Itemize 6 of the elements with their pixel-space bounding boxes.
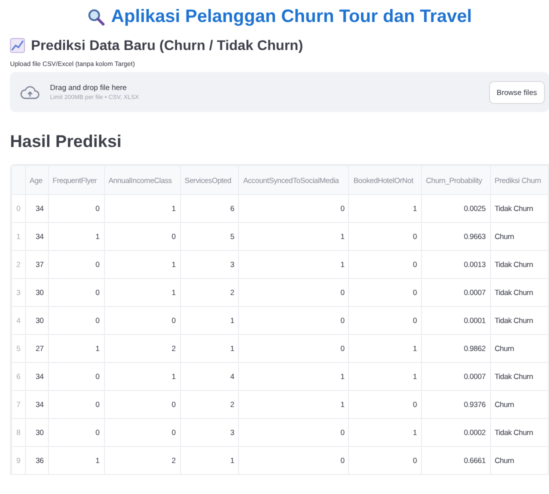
cloud-upload-icon (20, 84, 40, 100)
app-title: Aplikasi Pelanggan Churn Tour dan Travel (111, 6, 472, 27)
magnifier-icon (87, 8, 106, 26)
section-heading: Prediksi Data Baru (Churn / Tidak Churn) (31, 37, 304, 53)
results-heading: Hasil Prediksi (10, 132, 123, 152)
chart-icon (10, 38, 25, 52)
